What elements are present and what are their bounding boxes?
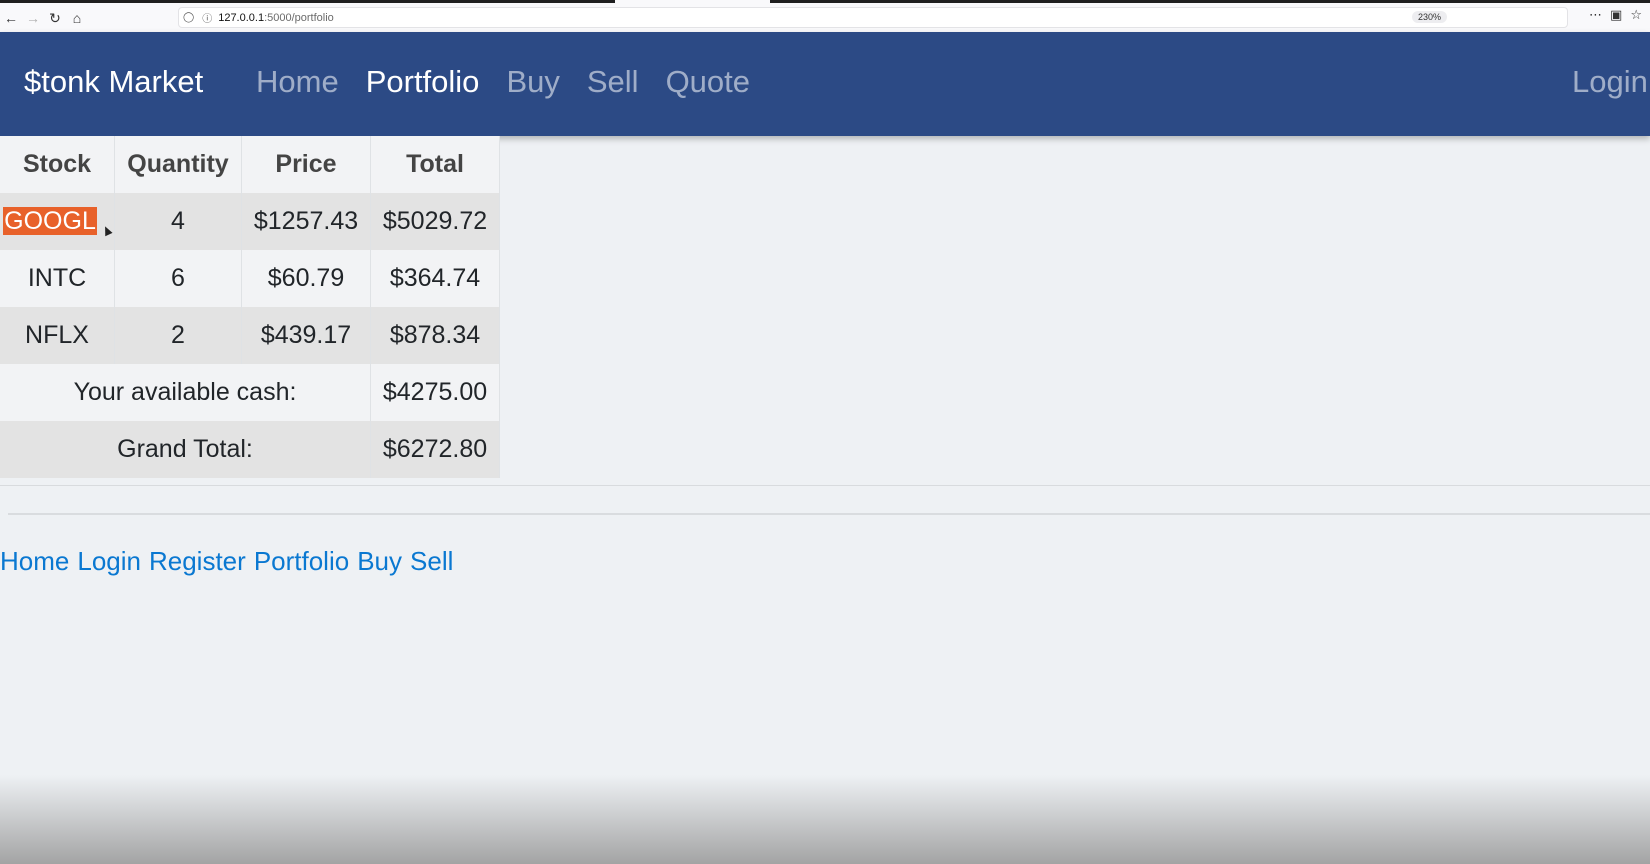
star-icon[interactable]: ☆ [1630,7,1642,23]
portfolio-table: Stock Quantity Price Total GOOGL 4 $1257… [0,136,500,478]
navbar: $tonk Market Home Portfolio Buy Sell Quo… [0,32,1650,136]
header-price: Price [241,136,371,193]
table-row: INTC 6 $60.79 $364.74 [0,250,500,307]
home-icon[interactable]: ⌂ [66,7,88,29]
quantity-cell: 6 [114,250,242,307]
url-host: 127.0.0.1 [218,11,265,24]
zoom-level-badge[interactable]: 230% [1411,11,1447,23]
grand-total-value: $6272.80 [370,421,500,478]
more-icon[interactable]: ⋯ [1589,7,1602,23]
price-cell: $60.79 [241,250,371,307]
nav-home[interactable]: Home [256,64,339,100]
price-cell: $439.17 [241,307,371,364]
cash-value: $4275.00 [370,364,500,421]
pocket-icon[interactable]: ▣ [1610,7,1622,23]
header-stock: Stock [0,136,115,193]
price-cell: $1257.43 [241,193,371,250]
url-path: :5000/portfolio [264,11,334,24]
cash-row: Your available cash: $4275.00 [0,364,500,421]
nav-buy[interactable]: Buy [506,64,559,100]
quantity-cell: 4 [114,193,242,250]
table-row: NFLX 2 $439.17 $878.34 [0,307,500,364]
total-cell: $5029.72 [370,193,500,250]
grand-total-row: Grand Total: $6272.80 [0,421,500,478]
table-bottom-border [0,485,1650,486]
nav-sell[interactable]: Sell [587,64,639,100]
nav-links: Home Portfolio Buy Sell Quote [256,64,750,100]
footer-link-register[interactable]: Register [149,546,246,577]
total-cell: $878.34 [370,307,500,364]
tab-indicator [0,0,615,3]
stock-symbol-selected[interactable]: GOOGL [3,207,97,235]
header-total: Total [370,136,500,193]
cash-label: Your available cash: [0,364,371,421]
grand-total-label: Grand Total: [0,421,371,478]
address-bar[interactable]: ◯ ⓘ 127.0.0.1:5000/portfolio 230% [178,7,1568,28]
footer-link-sell[interactable]: Sell [410,546,453,577]
forward-arrow-icon[interactable]: → [22,7,44,29]
brand-logo[interactable]: $tonk Market [24,64,203,100]
footer-link-login[interactable]: Login [77,546,141,577]
table-row: GOOGL 4 $1257.43 $5029.72 [0,193,500,250]
nav-quote[interactable]: Quote [666,64,750,100]
footer-link-home[interactable]: Home [0,546,69,577]
back-arrow-icon[interactable]: ← [0,7,22,29]
info-icon[interactable]: ⓘ [202,10,212,25]
footer-link-buy[interactable]: Buy [357,546,402,577]
footer-divider [8,513,1650,515]
table-header-row: Stock Quantity Price Total [0,136,500,193]
stock-cell: NFLX [0,307,115,364]
reload-icon[interactable]: ↻ [44,7,66,29]
toolbar-right-icons: ⋯ ▣ ☆ [1589,7,1642,23]
stock-cell: GOOGL [0,193,115,250]
bottom-fade-overlay [0,775,1650,864]
footer-link-portfolio[interactable]: Portfolio [254,546,349,577]
browser-toolbar: ← → ↻ ⌂ ◯ ⓘ 127.0.0.1:5000/portfolio 230… [0,4,1650,33]
tab-indicator [770,0,1650,3]
quantity-cell: 2 [114,307,242,364]
footer-links: Home Login Register Portfolio Buy Sell [0,546,453,577]
mouse-cursor-icon [101,224,113,237]
nav-portfolio[interactable]: Portfolio [366,64,480,100]
header-quantity: Quantity [114,136,242,193]
total-cell: $364.74 [370,250,500,307]
nav-login[interactable]: Login [1572,64,1648,100]
stock-cell: INTC [0,250,115,307]
shield-icon: ◯ [183,12,195,23]
